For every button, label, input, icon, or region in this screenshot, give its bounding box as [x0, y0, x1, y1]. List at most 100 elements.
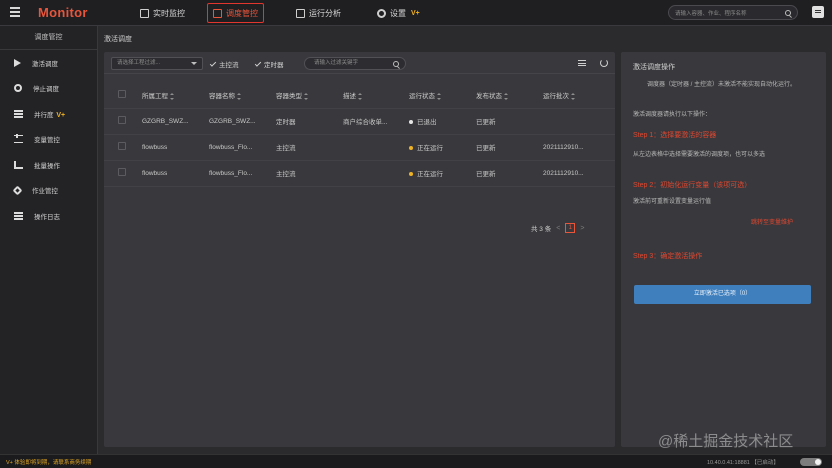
cell-run-state: 已退出: [409, 108, 476, 135]
sort-icon[interactable]: [437, 92, 441, 100]
checkbox-label: 定时器: [264, 62, 284, 69]
activation-panel-title: 激活调度操作: [633, 64, 675, 71]
column-header[interactable]: 描述: [343, 82, 409, 109]
select-placeholder: 请选择工程过滤...: [117, 60, 161, 66]
run-state-text: 正在运行: [417, 171, 443, 178]
sort-icon[interactable]: [304, 92, 308, 100]
nav-run-analysis[interactable]: 运行分析: [296, 5, 341, 21]
server-status: 10.40.0.41:18881 【已启动】: [707, 460, 779, 466]
sidebar-item-label: 变量管控: [34, 137, 60, 145]
top-search-placeholder: 请输入容器、作业、程序名称: [675, 10, 747, 17]
cell-project: flowbuss: [142, 134, 209, 161]
main-flow-checkbox[interactable]: 主控流: [209, 59, 239, 69]
prev-page-button[interactable]: <: [556, 225, 560, 232]
cell-run-state: 正在运行: [409, 160, 476, 187]
step-3-title: Step 3：确定激活操作: [633, 253, 703, 260]
column-header[interactable]: 所属工程: [142, 82, 209, 109]
sort-icon[interactable]: [170, 92, 174, 100]
column-header-text: 描述: [343, 92, 356, 100]
sort-icon[interactable]: [237, 92, 241, 100]
cell-container: flowbuss_Flo...: [209, 160, 276, 187]
main-content: 激活调度 请选择工程过滤... 主控流 定时器 请输入过滤关键字 所属工程 容器…: [98, 26, 832, 454]
sidebar-item-stop-schedule[interactable]: 停止调度: [0, 76, 97, 102]
activation-intro: 调度器（定时器 / 主控流）未激活不能实现自动化运行。: [647, 82, 797, 88]
sidebar-item-operation-log[interactable]: 操作日志: [0, 203, 97, 229]
sidebar-item-parallelism[interactable]: 并行度 V+: [0, 101, 97, 127]
total-count: 共 3 条: [531, 226, 552, 233]
message-icon[interactable]: [812, 6, 824, 18]
sidebar-item-activate-schedule[interactable]: 激活调度: [0, 50, 97, 76]
schedule-icon: [213, 8, 222, 18]
keyword-placeholder: 请输入过滤关键字: [314, 60, 359, 66]
column-header[interactable]: 发布状态: [476, 82, 543, 109]
nav-label: 实时监控: [153, 8, 185, 18]
batch-icon: [14, 160, 23, 169]
page-number[interactable]: 1: [565, 223, 576, 233]
step-1-title: Step 1：选择要激活的容器: [633, 132, 717, 139]
cell-description: [343, 160, 409, 187]
search-icon[interactable]: [393, 61, 399, 67]
sidebar-item-label: 停止调度: [33, 86, 59, 94]
refresh-icon[interactable]: [600, 59, 608, 67]
table-row[interactable]: GZGRB_SWZ... GZGRB_SWZ... 定时器 商户综合收单... …: [104, 108, 615, 135]
cell-description: [343, 134, 409, 161]
top-search-input[interactable]: 请输入容器、作业、程序名称: [668, 5, 798, 20]
column-header-text: 容器类型: [276, 92, 302, 100]
column-header[interactable]: 容器类型: [276, 82, 343, 109]
column-header[interactable]: 运行批次: [543, 82, 615, 109]
row-checkbox[interactable]: [118, 142, 126, 150]
nav-label: 设置: [390, 8, 406, 18]
sidebar-item-label: 批量操作: [34, 162, 60, 170]
column-header[interactable]: 容器名称: [209, 82, 276, 109]
keyword-filter-input[interactable]: 请输入过滤关键字: [304, 57, 406, 70]
sidebar-item-label: 操作日志: [34, 213, 60, 221]
nav-realtime-monitor[interactable]: 实时监控: [140, 5, 185, 21]
next-page-button[interactable]: >: [580, 225, 584, 232]
search-icon[interactable]: [785, 9, 791, 16]
pagination: 共 3 条 < 1 >: [531, 223, 584, 233]
cell-container: flowbuss_Flo...: [209, 134, 276, 161]
row-select-cell: [104, 134, 142, 161]
project-filter-select[interactable]: 请选择工程过滤...: [111, 57, 203, 70]
cell-type: 主控流: [276, 160, 343, 187]
status-toggle[interactable]: [800, 458, 822, 466]
filter-bar: 请选择工程过滤... 主控流 定时器 请输入过滤关键字: [104, 52, 615, 74]
chevron-down-icon: [191, 62, 197, 65]
timer-checkbox[interactable]: 定时器: [254, 59, 284, 69]
sidebar-item-label: 作业管控: [32, 188, 58, 196]
activate-selected-button[interactable]: 立即激活已选项（0）: [634, 285, 811, 304]
select-all-checkbox[interactable]: [118, 89, 126, 98]
sort-icon[interactable]: [358, 92, 362, 100]
step-2-text: 激活前可重新设置变量运行值: [633, 199, 712, 205]
row-select-cell: [104, 160, 142, 187]
sidebar-item-batch-operation[interactable]: 批量操作: [0, 152, 97, 178]
column-header[interactable]: 运行状态: [409, 82, 476, 109]
table-row[interactable]: flowbuss flowbuss_Flo... 主控流 正在运行 已更新 20…: [104, 134, 615, 161]
sort-icon[interactable]: [504, 92, 508, 100]
vplus-badge: V+: [411, 9, 420, 17]
nav-settings[interactable]: 设置 V+: [377, 5, 420, 21]
nav-schedule-control[interactable]: 调度管控: [207, 3, 264, 23]
row-checkbox[interactable]: [118, 168, 126, 176]
table-header-row: 所属工程 容器名称 容器类型 描述 运行状态 发布状态 运行批次: [104, 82, 615, 109]
table-panel: 请选择工程过滤... 主控流 定时器 请输入过滤关键字 所属工程 容器名称 容器…: [104, 52, 615, 447]
table-row[interactable]: flowbuss flowbuss_Flo... 主控流 正在运行 已更新 20…: [104, 160, 615, 187]
cell-project: flowbuss: [142, 160, 209, 187]
column-settings-icon[interactable]: [578, 60, 586, 66]
column-header-text: 运行状态: [409, 92, 435, 100]
sort-icon[interactable]: [571, 92, 575, 100]
menu-icon[interactable]: [10, 7, 20, 17]
cell-batch: 2021112910...: [543, 134, 615, 161]
variable-maintenance-link[interactable]: 跳转至变量维护: [751, 217, 793, 226]
stop-icon: [14, 84, 22, 93]
row-checkbox[interactable]: [118, 116, 126, 124]
gear-icon: [377, 8, 386, 18]
sidebar-item-variable-control[interactable]: 变量管控: [0, 127, 97, 153]
cell-container: GZGRB_SWZ...: [209, 108, 276, 135]
monitor-icon: [140, 8, 149, 18]
sidebar-title: 调度管控: [0, 26, 97, 50]
breadcrumb: 激活调度: [104, 36, 132, 43]
status-dot: [409, 146, 413, 151]
tool-icon: [12, 185, 23, 196]
sidebar-item-job-control[interactable]: 作业管控: [0, 178, 97, 204]
